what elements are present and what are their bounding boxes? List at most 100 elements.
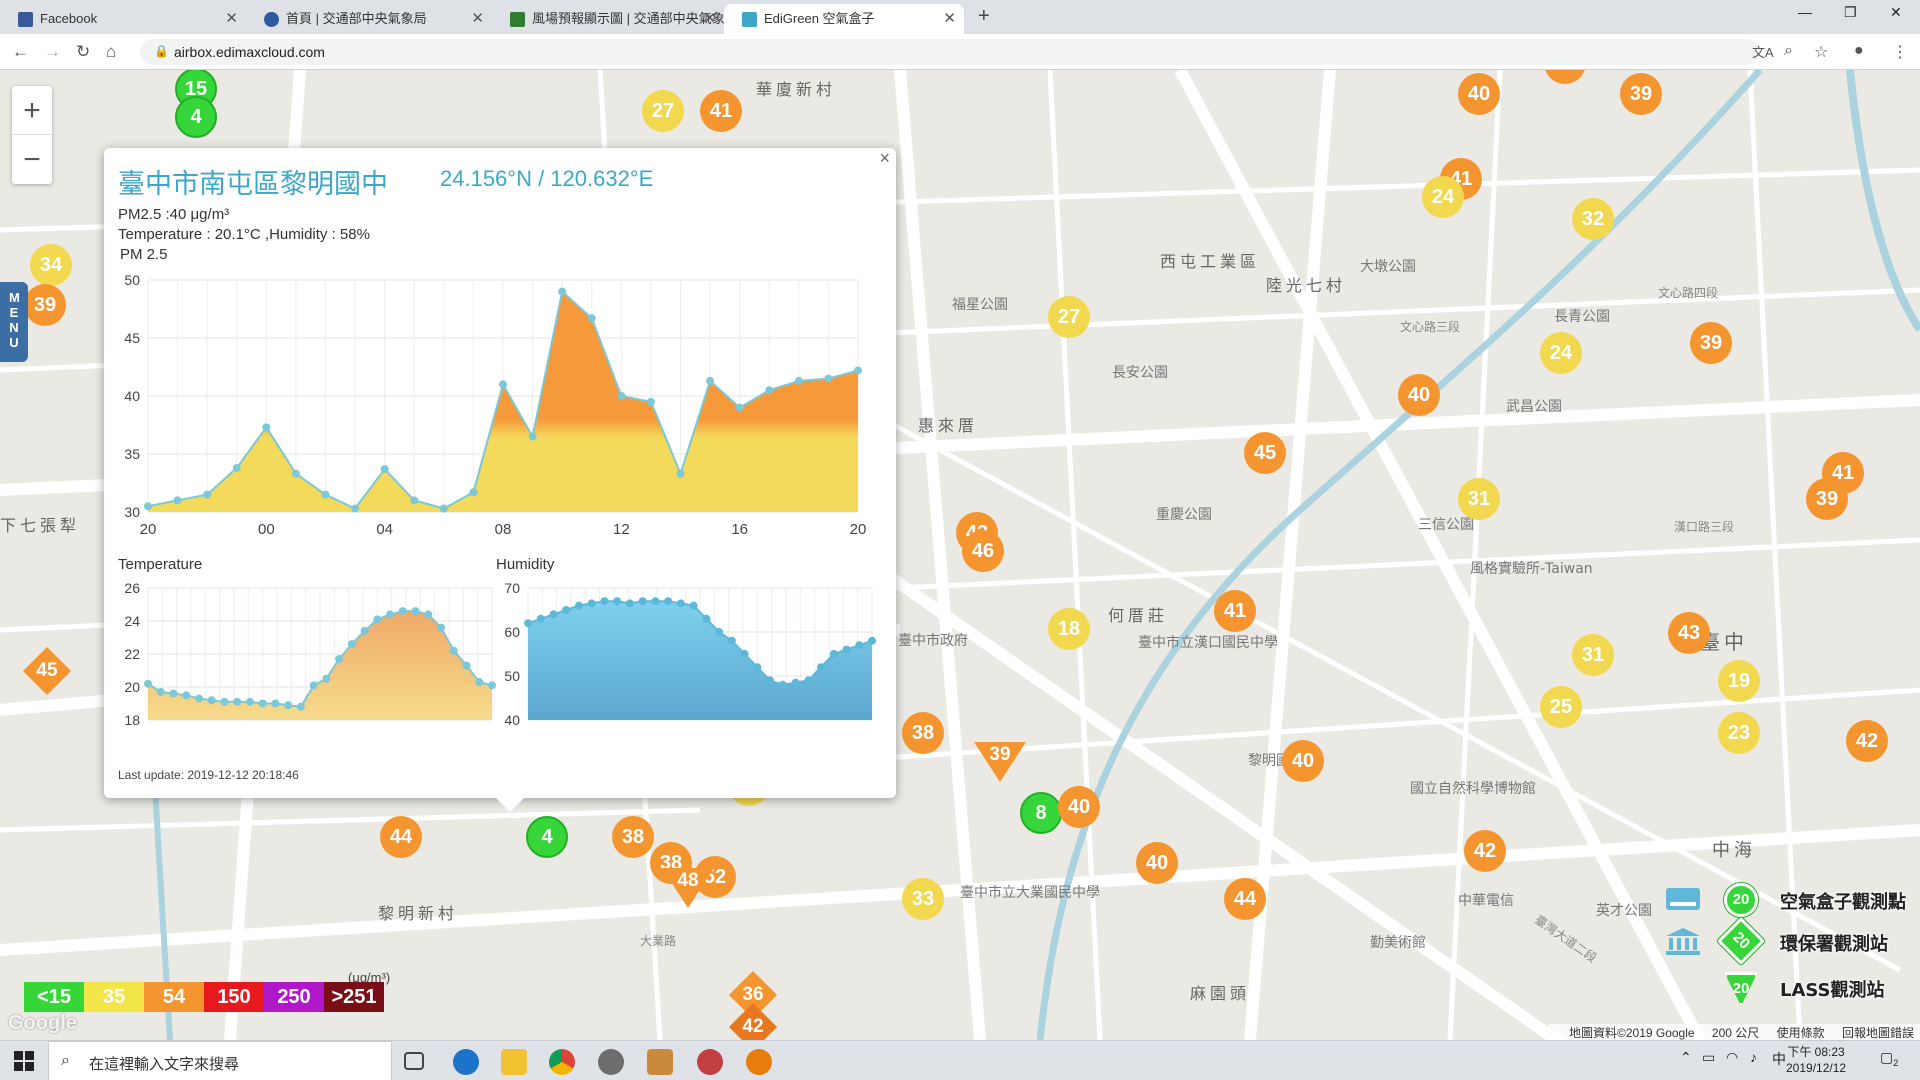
lass-station-marker[interactable]: 39 bbox=[974, 742, 1026, 782]
map-label: 惠來厝 bbox=[918, 416, 979, 435]
clock[interactable]: 下午 08:23 2019/12/12 bbox=[1786, 1044, 1846, 1076]
pm25-marker[interactable]: 39 bbox=[24, 284, 66, 326]
tab-facebook[interactable]: Facebook ✕ bbox=[0, 4, 246, 34]
pm25-marker[interactable]: 41 bbox=[700, 90, 742, 132]
report-error-link[interactable]: 回報地圖錯誤 bbox=[1842, 1026, 1914, 1040]
close-tab-icon[interactable]: ✕ bbox=[943, 4, 956, 34]
pm25-marker[interactable]: 43 bbox=[1668, 612, 1710, 654]
tray-expand-icon[interactable]: ⌃ bbox=[1680, 1049, 1692, 1066]
pm25-point bbox=[824, 374, 833, 383]
minimize-button[interactable]: — bbox=[1798, 4, 1812, 20]
pm25-marker[interactable]: 40 bbox=[1458, 73, 1500, 115]
forward-button[interactable]: → bbox=[44, 42, 61, 62]
pm25-marker[interactable]: 46 bbox=[962, 530, 1004, 572]
pm25-marker[interactable]: 19 bbox=[1718, 660, 1760, 702]
task-view-icon[interactable] bbox=[404, 1052, 424, 1070]
map-label: 漢口路三段 bbox=[1674, 520, 1735, 534]
pm25-ytick-label: 40 bbox=[124, 388, 140, 404]
home-button[interactable]: ⌂ bbox=[106, 42, 116, 62]
popup-charts: 504540353020 00 04 08 12 16 202624222018706050… bbox=[124, 272, 876, 728]
temperature-point bbox=[233, 697, 242, 706]
pm25-marker[interactable]: 24 bbox=[1422, 176, 1464, 218]
pm25-xtick-label: 20 bbox=[140, 521, 157, 538]
pm25-marker[interactable]: 45 bbox=[1244, 432, 1286, 474]
battery-icon[interactable]: ▭ bbox=[1702, 1049, 1715, 1066]
url-text[interactable]: airbox.edimaxcloud.com bbox=[174, 44, 325, 60]
notifications-icon[interactable]: ▢2 bbox=[1880, 1049, 1898, 1068]
pm25-point bbox=[439, 504, 448, 513]
chrome-icon[interactable] bbox=[549, 1049, 575, 1075]
pm25-marker[interactable]: 4 bbox=[526, 816, 568, 858]
temperature-point bbox=[411, 607, 420, 616]
volume-icon[interactable]: ♪ bbox=[1750, 1049, 1757, 1065]
network-icon[interactable]: ◠ bbox=[1726, 1049, 1738, 1066]
pm25-marker[interactable]: 4 bbox=[175, 96, 217, 138]
pm25-marker[interactable]: 42 bbox=[1464, 830, 1506, 872]
humidity-point bbox=[676, 599, 685, 608]
close-window-button[interactable]: ✕ bbox=[1890, 4, 1902, 21]
tab-edigreen[interactable]: EdiGreen 空氣盒子 ✕ bbox=[724, 4, 964, 34]
pm25-marker[interactable]: 44 bbox=[1224, 878, 1266, 920]
pm25-marker[interactable]: 33 bbox=[902, 878, 944, 920]
edge-icon[interactable] bbox=[453, 1049, 479, 1075]
pm25-marker[interactable]: 27 bbox=[642, 90, 684, 132]
pm25-marker[interactable]: 39 bbox=[1620, 73, 1662, 115]
zoom-in-button[interactable]: + bbox=[12, 86, 52, 135]
omnibox[interactable]: 🔒 airbox.edimaxcloud.com bbox=[140, 39, 1760, 65]
app-icon[interactable] bbox=[598, 1049, 624, 1075]
blender-icon[interactable] bbox=[746, 1049, 772, 1075]
pm25-marker[interactable]: 39 bbox=[1806, 478, 1848, 520]
pm25-marker[interactable]: 40 bbox=[1136, 842, 1178, 884]
pm25-marker[interactable]: 41 bbox=[1214, 590, 1256, 632]
pm25-marker[interactable]: 38 bbox=[902, 712, 944, 754]
close-tab-icon[interactable]: ✕ bbox=[471, 4, 484, 34]
tab-wind-forecast[interactable]: 風場預報顯示圖 | 交通部中央氣象 ✕ bbox=[492, 4, 724, 34]
pm25-marker[interactable]: 44 bbox=[380, 816, 422, 858]
zoom-icon[interactable]: ⌕ bbox=[1784, 42, 1793, 60]
pm25-marker[interactable]: 27 bbox=[1048, 296, 1090, 338]
pm25-marker[interactable]: 40 bbox=[1398, 374, 1440, 416]
back-button[interactable]: ← bbox=[12, 42, 29, 62]
bookmark-star-icon[interactable]: ☆ bbox=[1814, 42, 1828, 62]
pm25-marker[interactable]: 31 bbox=[1572, 634, 1614, 676]
pm25-xtick-label: 08 bbox=[495, 521, 512, 538]
reload-button[interactable]: ↻ bbox=[76, 42, 90, 62]
pm25-marker[interactable]: 42 bbox=[1846, 720, 1888, 762]
pm25-marker[interactable]: 39 bbox=[1690, 322, 1732, 364]
humidity-point bbox=[817, 663, 826, 672]
file-explorer-icon[interactable] bbox=[501, 1049, 527, 1075]
more-menu-icon[interactable]: ⋮ bbox=[1892, 42, 1908, 62]
pm25-marker[interactable]: 40 bbox=[1282, 740, 1324, 782]
close-tab-icon[interactable]: ✕ bbox=[225, 4, 238, 34]
pm25-marker[interactable]: 31 bbox=[1458, 478, 1500, 520]
pm25-marker[interactable]: 32 bbox=[1572, 198, 1614, 240]
map-label: 臺中市政府 bbox=[898, 633, 968, 649]
new-tab-button[interactable]: + bbox=[978, 5, 990, 28]
pm25-marker[interactable]: 34 bbox=[30, 244, 72, 286]
pm25-marker[interactable]: 40 bbox=[1058, 786, 1100, 828]
close-tab-icon[interactable]: ✕ bbox=[703, 4, 716, 34]
app-icon[interactable] bbox=[697, 1049, 723, 1075]
ime-indicator[interactable]: 中 bbox=[1772, 1049, 1786, 1069]
pm25-marker[interactable]: 23 bbox=[1718, 712, 1760, 754]
translate-icon[interactable]: 文A bbox=[1752, 42, 1774, 61]
map-label: 華廈新村 bbox=[756, 80, 837, 99]
pm25-marker[interactable]: 18 bbox=[1048, 608, 1090, 650]
terms-link[interactable]: 使用條款 bbox=[1777, 1026, 1825, 1040]
app-icon[interactable] bbox=[647, 1049, 673, 1075]
taskbar-search[interactable]: ⌕ 在這裡輸入文字來搜尋 bbox=[48, 1041, 392, 1080]
pm25-marker[interactable]: 8 bbox=[1020, 792, 1062, 834]
humidity-point bbox=[638, 597, 647, 606]
profile-icon[interactable]: ● bbox=[1854, 42, 1864, 60]
lass-station-marker[interactable]: 48 bbox=[662, 868, 714, 908]
menu-tab[interactable]: MENU bbox=[0, 282, 28, 362]
windows-start-icon[interactable] bbox=[14, 1051, 34, 1071]
restore-button[interactable]: ❐ bbox=[1844, 4, 1857, 21]
map-label: 英才公園 bbox=[1596, 903, 1652, 919]
tab-cwb-home[interactable]: 首頁 | 交通部中央氣象局 ✕ bbox=[246, 4, 492, 34]
pm25-marker[interactable]: 24 bbox=[1540, 332, 1582, 374]
pm25-marker[interactable]: 25 bbox=[1540, 686, 1582, 728]
zoom-out-button[interactable]: − bbox=[12, 135, 52, 184]
epa-station-marker[interactable]: 45 bbox=[22, 646, 72, 696]
pm25-marker[interactable]: 38 bbox=[612, 816, 654, 858]
